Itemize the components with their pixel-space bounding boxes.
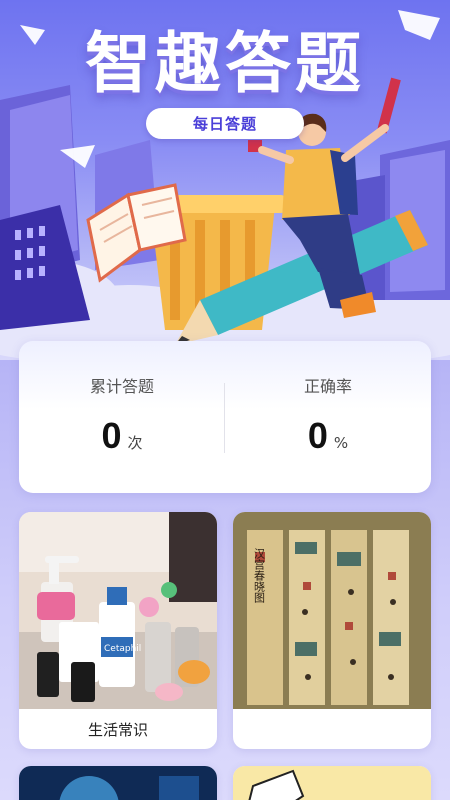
scroll-title-text: 汉宫春晓图 bbox=[253, 548, 266, 604]
accuracy-unit: % bbox=[333, 434, 349, 452]
category-label bbox=[233, 709, 431, 749]
category-card-life-knowledge[interactable]: Cetaphil 生活常识 bbox=[19, 512, 217, 749]
daily-quiz-button[interactable]: 每日答题 bbox=[146, 108, 304, 139]
total-answers-unit: 次 bbox=[127, 434, 143, 452]
skincare-bottles-image: Cetaphil bbox=[19, 512, 217, 709]
hero-banner: 智趣答题 每日答题 bbox=[0, 0, 450, 360]
total-answers-stat: 累计答题 0 次 bbox=[19, 341, 225, 493]
svg-text:Cetaphil: Cetaphil bbox=[104, 644, 141, 654]
accuracy-stat: 正确率 0 % bbox=[225, 341, 431, 493]
category-label: 生活常识 bbox=[87, 720, 148, 739]
category-card-comic[interactable] bbox=[233, 766, 431, 800]
han-palace-painting-image: 汉宫春晓图 bbox=[233, 512, 431, 709]
category-card-history[interactable]: 汉宫春晓图 bbox=[233, 512, 431, 749]
category-card-tech[interactable] bbox=[19, 766, 217, 800]
accuracy-value: 0 bbox=[307, 415, 328, 456]
app-title: 智趣答题 bbox=[85, 25, 365, 102]
stats-card: 累计答题 0 次 正确率 0 % bbox=[19, 341, 431, 493]
tech-image bbox=[19, 766, 217, 800]
total-answers-label: 累计答题 bbox=[89, 377, 154, 396]
comic-image bbox=[233, 766, 431, 800]
total-answers-value: 0 bbox=[101, 415, 122, 456]
accuracy-label: 正确率 bbox=[303, 377, 352, 396]
